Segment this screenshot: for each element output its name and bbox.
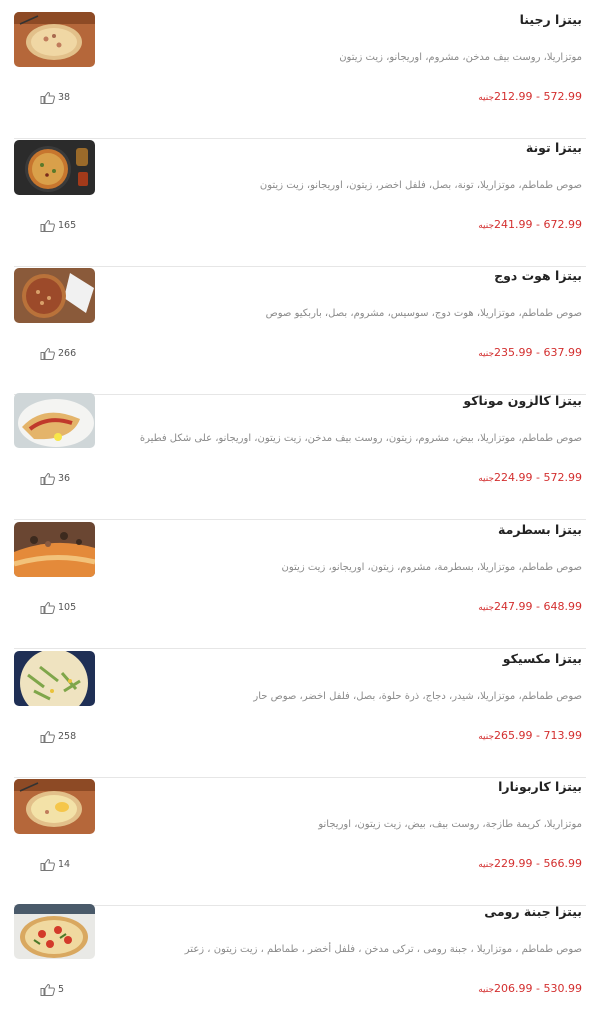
item-description: صوص طماطم، موتزاريلا، بيض، مشروم، زيتون،…: [139, 433, 582, 444]
pizza-basterma-image[interactable]: [14, 522, 95, 577]
thumbs-up-icon: [40, 219, 55, 232]
item-name: بيتزا جبنة رومى: [484, 904, 582, 919]
currency-label: جنيه: [478, 474, 495, 484]
item-name: بيتزا كالزون موناكو: [463, 393, 582, 408]
item-description: صوص طماطم، موتزاريلا، بسطرمة، مشروم، زيت…: [281, 562, 582, 573]
item-description: صوص طماطم، موتزاريلا، تونة، بصل، فلفل اخ…: [259, 180, 582, 191]
price-range: 572.99 - 212.99: [494, 90, 582, 103]
currency-label: جنيه: [478, 603, 495, 613]
likes-count: 105: [58, 601, 77, 613]
item-price: 572.99 - 212.99جنيه: [478, 90, 582, 103]
pizza-tuna-image[interactable]: [14, 140, 95, 195]
likes-counter[interactable]: 5: [40, 982, 64, 996]
item-name: بيتزا بسطرمة: [498, 522, 582, 537]
price-range: 713.99 - 265.99: [494, 729, 582, 742]
likes-count: 258: [58, 730, 77, 742]
item-description: صوص طماطم، موتزاريلا، هوت دوج، سوسيس، مش…: [265, 308, 582, 319]
likes-counter[interactable]: 38: [40, 90, 70, 104]
menu-item-carbonara[interactable]: بيتزا كاربونارا موتزاريلا، كريمة طازجة، …: [14, 779, 586, 906]
currency-label: جنيه: [478, 93, 495, 103]
item-name: بيتزا رجينا: [519, 12, 582, 27]
item-price: 648.99 - 247.99جنيه: [478, 600, 582, 613]
likes-count: 165: [58, 219, 77, 231]
likes-count: 14: [58, 858, 71, 870]
pizza-mexico-image[interactable]: [14, 651, 95, 706]
item-description: صوص طماطم، موتزاريلا، شيدر، دجاج، ذرة حل…: [253, 691, 582, 702]
currency-label: جنيه: [478, 349, 495, 359]
thumbs-up-icon: [40, 91, 55, 104]
currency-label: جنيه: [478, 860, 495, 870]
currency-label: جنيه: [478, 985, 495, 995]
likes-count: 5: [58, 983, 65, 995]
thumbs-up-icon: [40, 347, 55, 360]
pizza-roumi-image[interactable]: [14, 904, 95, 959]
price-range: 648.99 - 247.99: [494, 600, 582, 613]
item-description: موتزاريلا، روست بيف مدخن، مشروم، اوريجان…: [339, 52, 582, 63]
thumbs-up-icon: [40, 730, 55, 743]
pizza-regina-image[interactable]: [14, 12, 95, 67]
price-range: 566.99 - 229.99: [494, 857, 582, 870]
item-price: 672.99 - 241.99جنيه: [478, 218, 582, 231]
item-name: بيتزا كاربونارا: [498, 779, 582, 794]
likes-counter[interactable]: 258: [40, 729, 76, 743]
menu-item-basterma[interactable]: بيتزا بسطرمة صوص طماطم، موتزاريلا، بسطرم…: [14, 522, 586, 649]
item-description: موتزاريلا، كريمة طازجة، روست بيف، بيض، ز…: [318, 819, 582, 830]
currency-label: جنيه: [478, 732, 495, 742]
thumbs-up-icon: [40, 858, 55, 871]
price-range: 672.99 - 241.99: [494, 218, 582, 231]
menu-item-mexico[interactable]: بيتزا مكسيكو صوص طماطم، موتزاريلا، شيدر،…: [14, 651, 586, 778]
price-range: 572.99 - 224.99: [494, 471, 582, 484]
menu-item-roumi[interactable]: بيتزا جبنة رومى صوص طماطم ، موتزاريلا ، …: [14, 904, 586, 1031]
likes-count: 36: [58, 472, 71, 484]
menu-item-hotdog[interactable]: بيتزا هوت دوج صوص طماطم، موتزاريلا، هوت …: [14, 268, 586, 395]
likes-counter[interactable]: 14: [40, 857, 70, 871]
thumbs-up-icon: [40, 983, 55, 996]
thumbs-up-icon: [40, 601, 55, 614]
thumbs-up-icon: [40, 472, 55, 485]
currency-label: جنيه: [478, 221, 495, 231]
price-range: 637.99 - 235.99: [494, 346, 582, 359]
likes-count: 266: [58, 347, 77, 359]
item-description: صوص طماطم ، موتزاريلا ، جبنة رومى ، تركى…: [184, 944, 582, 955]
item-name: بيتزا تونة: [525, 140, 582, 155]
item-price: 572.99 - 224.99جنيه: [478, 471, 582, 484]
menu-item-tuna[interactable]: بيتزا تونة صوص طماطم، موتزاريلا، تونة، ب…: [14, 140, 586, 267]
pizza-carbonara-image[interactable]: [14, 779, 95, 834]
item-name: بيتزا هوت دوج: [494, 268, 582, 283]
pizza-hotdog-image[interactable]: [14, 268, 95, 323]
item-price: 637.99 - 235.99جنيه: [478, 346, 582, 359]
item-price: 713.99 - 265.99جنيه: [478, 729, 582, 742]
menu-item-regina[interactable]: بيتزا رجينا موتزاريلا، روست بيف مدخن، مش…: [14, 12, 586, 139]
pizza-calzone-image[interactable]: [14, 393, 95, 448]
menu-item-calzone[interactable]: بيتزا كالزون موناكو صوص طماطم، موتزاريلا…: [14, 393, 586, 520]
likes-counter[interactable]: 165: [40, 218, 76, 232]
likes-counter[interactable]: 36: [40, 471, 70, 485]
item-price: 530.99 - 206.99جنيه: [478, 982, 582, 995]
likes-counter[interactable]: 266: [40, 346, 76, 360]
price-range: 530.99 - 206.99: [494, 982, 582, 995]
item-name: بيتزا مكسيكو: [502, 651, 582, 666]
likes-counter[interactable]: 105: [40, 600, 76, 614]
item-price: 566.99 - 229.99جنيه: [478, 857, 582, 870]
likes-count: 38: [58, 91, 71, 103]
